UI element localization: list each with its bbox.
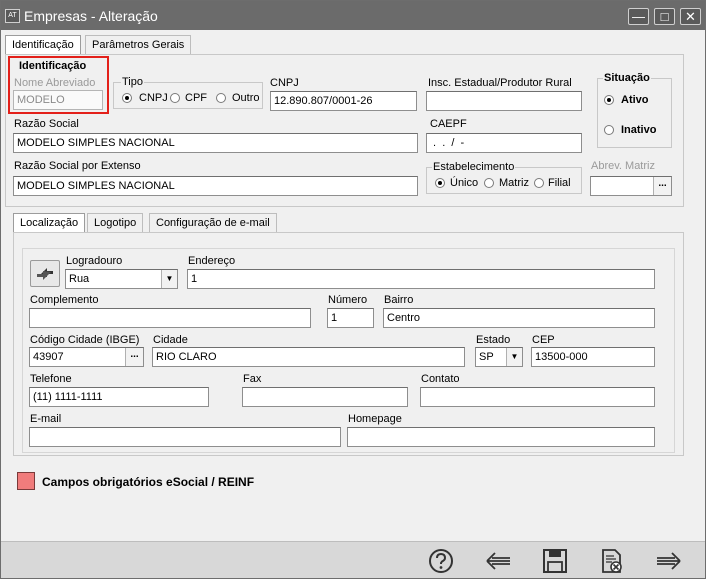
swap-address-button[interactable] (30, 260, 60, 287)
tab-parametros-gerais[interactable]: Parâmetros Gerais (85, 35, 192, 54)
codigo-cidade-lookup-button[interactable]: ... (125, 348, 143, 366)
fax-label: Fax (243, 373, 262, 385)
razao-extenso-label: Razão Social por Extenso (14, 160, 141, 172)
window-title: Empresas - Alteração (24, 8, 158, 24)
razao-social-field[interactable]: MODELO SIMPLES NACIONAL (13, 133, 418, 153)
bairro-label: Bairro (384, 294, 414, 306)
radio-cpf-label[interactable]: CPF (185, 92, 207, 104)
cnpj-field[interactable]: 12.890.807/0001-26 (270, 91, 417, 111)
estado-label: Estado (476, 334, 511, 346)
required-fields-legend: Campos obrigatórios eSocial / REINF (42, 475, 255, 489)
codigo-cidade-label: Código Cidade (IBGE) (30, 334, 140, 346)
contato-label: Contato (421, 373, 460, 385)
close-button[interactable]: ✕ (680, 8, 701, 25)
maximize-button[interactable]: □ (654, 8, 675, 25)
codigo-cidade-field[interactable]: 43907 ... (29, 347, 144, 367)
estabelecimento-label: Estabelecimento (432, 161, 516, 173)
cep-field[interactable]: 13500-000 (531, 347, 655, 367)
cidade-field[interactable]: RIO CLARO (152, 347, 465, 367)
radio-filial[interactable] (534, 178, 544, 188)
razao-extenso-field[interactable]: MODELO SIMPLES NACIONAL (13, 176, 418, 196)
telefone-label: Telefone (30, 373, 72, 385)
abrev-matriz-lookup-button[interactable]: ... (653, 177, 671, 195)
caepf-label: CAEPF (430, 118, 467, 130)
radio-inativo-label[interactable]: Inativo (621, 124, 656, 136)
back-arrow-icon (486, 552, 510, 570)
cep-label: CEP (532, 334, 555, 346)
radio-unico-label[interactable]: Único (450, 177, 478, 189)
radio-matriz[interactable] (484, 178, 494, 188)
razao-social-label: Razão Social (14, 118, 79, 130)
cancel-document-button[interactable] (598, 548, 626, 574)
chevron-down-icon[interactable]: ▼ (506, 348, 522, 366)
caepf-field[interactable]: . . / - (426, 133, 582, 153)
estado-value: SP (479, 351, 494, 363)
nome-abreviado-label: Nome Abreviado (14, 77, 96, 89)
radio-filial-label[interactable]: Filial (548, 177, 571, 189)
complemento-field[interactable] (29, 308, 311, 328)
radio-inativo[interactable] (604, 125, 614, 135)
radio-ativo[interactable] (604, 95, 614, 105)
radio-cpf[interactable] (170, 93, 180, 103)
back-button[interactable] (484, 548, 512, 574)
endereco-label: Endereço (188, 255, 236, 267)
app-icon: AT (5, 9, 20, 23)
abrev-matriz-field[interactable]: ... (590, 176, 672, 196)
chevron-down-icon[interactable]: ▼ (161, 270, 177, 288)
complemento-label: Complemento (30, 294, 99, 306)
forward-arrow-icon (657, 552, 681, 570)
cidade-label: Cidade (153, 334, 188, 346)
tab-configuracao-email[interactable]: Configuração de e-mail (149, 213, 277, 232)
situacao-label: Situação (603, 72, 651, 84)
tab-logotipo[interactable]: Logotipo (87, 213, 144, 232)
homepage-label: Homepage (348, 413, 402, 425)
radio-ativo-label[interactable]: Ativo (621, 94, 649, 106)
contato-field[interactable] (420, 387, 655, 407)
help-icon (429, 549, 453, 573)
save-button[interactable] (541, 548, 569, 574)
logradouro-select[interactable]: Rua ▼ (65, 269, 178, 289)
bairro-field[interactable]: Centro (383, 308, 655, 328)
minimize-button[interactable]: — (628, 8, 649, 25)
radio-matriz-label[interactable]: Matriz (499, 177, 529, 189)
fax-field[interactable] (242, 387, 408, 407)
logradouro-value: Rua (69, 273, 90, 285)
radio-cnpj[interactable] (122, 93, 132, 103)
email-label: E-mail (30, 413, 62, 425)
radio-outro-label[interactable]: Outro (232, 92, 260, 104)
help-button[interactable] (427, 548, 455, 574)
cnpj-label: CNPJ (270, 77, 299, 89)
tab-localizacao[interactable]: Localização (13, 213, 86, 233)
estado-select[interactable]: SP ▼ (475, 347, 523, 367)
codigo-cidade-value: 43907 (33, 351, 64, 363)
endereco-field[interactable]: 1 (187, 269, 655, 289)
cancel-document-icon (602, 549, 622, 573)
save-icon (543, 549, 567, 573)
email-field[interactable] (29, 427, 341, 447)
group-title-identificacao: Identificação (19, 60, 87, 72)
nome-abreviado-field[interactable]: MODELO (13, 90, 103, 110)
homepage-field[interactable] (347, 427, 655, 447)
insc-estadual-field[interactable] (426, 91, 582, 111)
insc-estadual-label: Insc. Estadual/Produtor Rural (428, 77, 572, 89)
tipo-label: Tipo (121, 76, 144, 88)
radio-outro[interactable] (216, 93, 226, 103)
swap-arrows-icon (37, 268, 53, 280)
numero-field[interactable]: 1 (327, 308, 374, 328)
radio-unico[interactable] (435, 178, 445, 188)
abrev-matriz-label: Abrev. Matriz (591, 160, 655, 172)
numero-label: Número (328, 294, 368, 306)
situacao-group (597, 78, 672, 148)
radio-cnpj-label[interactable]: CNPJ (139, 92, 168, 104)
logradouro-label: Logradouro (66, 255, 123, 267)
telefone-field[interactable]: (11) 1111-1111 (29, 387, 209, 407)
tab-identificacao[interactable]: Identificação (5, 35, 81, 55)
required-fields-swatch (17, 472, 35, 490)
forward-button[interactable] (655, 548, 683, 574)
